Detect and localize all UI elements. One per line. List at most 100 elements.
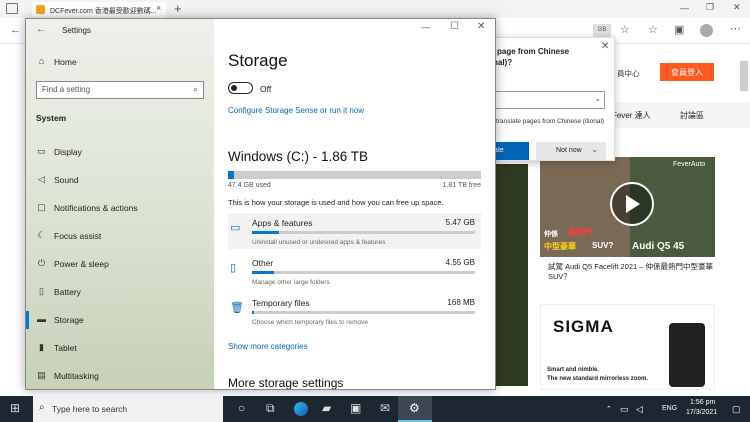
translate-language-select[interactable]: ⌄ bbox=[495, 91, 605, 109]
nav-power-sleep[interactable]: ⏻ Power & sleep bbox=[26, 251, 214, 277]
translate-always-text[interactable]: s translate pages from Chinese (itional) bbox=[491, 117, 611, 126]
video-caption[interactable]: 試駕 Audi Q5 Facelift 2021 – 仲係最熱門中型豪華 SUV… bbox=[548, 262, 716, 282]
category-bar bbox=[252, 311, 475, 314]
task-view-icon[interactable]: ⧉ bbox=[266, 402, 275, 414]
taskbar-search-placeholder: Type here to search bbox=[52, 404, 128, 414]
category-temporary-files[interactable]: 🗑 Temporary files 168 MB Choose which te… bbox=[228, 293, 481, 329]
nav-battery[interactable]: ▯ Battery bbox=[26, 279, 214, 305]
nav-link-fever[interactable]: Fever 達人 bbox=[612, 110, 651, 121]
video-thumbnail[interactable]: FeverAuto 仲係 最熱門 中型豪華 SUV? Audi Q5 45 bbox=[540, 157, 715, 257]
file-explorer-icon[interactable]: ▰ bbox=[322, 402, 331, 414]
volume-icon[interactable]: ◁ bbox=[636, 404, 643, 415]
scrollbar-thumb[interactable] bbox=[740, 61, 748, 91]
maximize-icon[interactable]: ☐ bbox=[450, 22, 459, 32]
minimize-icon[interactable]: — bbox=[421, 23, 430, 32]
video-car-label: Audi Q5 45 bbox=[632, 241, 685, 252]
mail-icon[interactable]: ✉ bbox=[380, 402, 390, 414]
video-overlay-suv: SUV? bbox=[592, 241, 614, 250]
favorites-icon[interactable]: ☆ bbox=[648, 25, 658, 36]
login-button[interactable]: 會員登入 bbox=[660, 63, 714, 81]
clock-date[interactable]: 17/3/2021 bbox=[686, 409, 717, 416]
nav-label: Tablet bbox=[54, 343, 77, 353]
find-setting-placeholder: Find a setting bbox=[42, 85, 91, 94]
edge-icon[interactable] bbox=[294, 402, 308, 416]
nav-label: Focus assist bbox=[54, 231, 102, 241]
close-icon[interactable]: ✕ bbox=[477, 22, 485, 32]
category-bar-fill bbox=[252, 311, 254, 314]
nav-display[interactable]: ▭ Display bbox=[26, 139, 214, 165]
member-center-link[interactable]: 員中心 bbox=[617, 68, 640, 79]
network-icon[interactable]: ▭ bbox=[620, 404, 629, 415]
nav-home[interactable]: ⌂ Home bbox=[26, 49, 214, 75]
cortana-icon[interactable]: ○ bbox=[238, 402, 245, 414]
nav-notifications[interactable]: ▢ Notifications & actions bbox=[26, 195, 214, 221]
nav-label: Notifications & actions bbox=[54, 203, 138, 213]
translate-title-1: page from Chinese bbox=[497, 47, 570, 56]
close-browser-icon[interactable]: ✕ bbox=[733, 3, 741, 12]
storage-icon: ▬ bbox=[37, 314, 46, 324]
find-setting-input[interactable]: Find a setting ⌕ bbox=[36, 81, 204, 99]
nav-storage[interactable]: ▬ Storage bbox=[26, 307, 214, 333]
configure-storage-sense-link[interactable]: Configure Storage Sense or run it now bbox=[228, 106, 364, 115]
category-size: 4.55 GB bbox=[445, 258, 475, 267]
category-bar-fill bbox=[252, 231, 279, 234]
drive-title: Windows (C:) - 1.86 TB bbox=[228, 149, 369, 164]
language-indicator[interactable]: ENG bbox=[662, 405, 677, 412]
reader-badge[interactable]: GB bbox=[593, 24, 611, 37]
site-favicon-icon bbox=[36, 5, 45, 14]
ad-tagline-2: The new standard mirrorless zoom. bbox=[547, 376, 649, 382]
profile-avatar[interactable] bbox=[700, 24, 713, 37]
action-center-icon[interactable]: ▢ bbox=[732, 404, 741, 415]
back-icon[interactable]: ← bbox=[36, 25, 46, 35]
tab-actions-icon[interactable] bbox=[6, 3, 18, 14]
free-label: 1.81 TB free bbox=[442, 182, 481, 189]
maximize-browser-icon[interactable]: ❐ bbox=[706, 3, 714, 12]
power-icon: ⏻ bbox=[37, 258, 46, 268]
tray-chevron-icon[interactable]: ⌃ bbox=[606, 405, 612, 413]
not-now-button[interactable]: Not now ⌄ bbox=[536, 142, 606, 160]
tab-bar: DCFever.com 香港最受歡迎數碼... × + — ❐ ✕ bbox=[0, 0, 750, 18]
translate-close-icon[interactable]: ✕ bbox=[601, 42, 609, 52]
nav-label: Sound bbox=[54, 175, 79, 185]
collections-icon[interactable]: ▣ bbox=[674, 25, 684, 36]
tab-title: DCFever.com 香港最受歡迎數碼... bbox=[50, 8, 157, 15]
video-overlay-bot: 中型豪華 bbox=[544, 242, 576, 251]
category-bar-fill bbox=[252, 271, 274, 274]
browser-tab[interactable]: DCFever.com 香港最受歡迎數碼... bbox=[32, 2, 166, 18]
section-title: System bbox=[36, 113, 67, 123]
sound-icon: ◁ bbox=[38, 174, 45, 184]
display-icon: ▭ bbox=[37, 146, 46, 156]
nav-multitasking[interactable]: ▤ Multitasking bbox=[26, 363, 214, 389]
storage-intro: This is how your storage is used and how… bbox=[228, 198, 444, 207]
chevron-down-icon[interactable]: ⌄ bbox=[591, 146, 598, 154]
used-label: 47.4 GB used bbox=[228, 182, 271, 189]
category-other[interactable]: ▯ Other 4.55 GB Manage other large folde… bbox=[228, 253, 481, 289]
category-bar bbox=[252, 271, 475, 274]
start-windows-icon[interactable]: ⊞ bbox=[10, 402, 20, 414]
favorite-add-icon[interactable]: ☆ bbox=[620, 25, 630, 36]
nav-label: Battery bbox=[54, 287, 81, 297]
nav-sound[interactable]: ◁ Sound bbox=[26, 167, 214, 193]
toggle-state: Off bbox=[260, 84, 272, 94]
tab-close-icon[interactable]: × bbox=[156, 4, 161, 13]
store-icon[interactable]: ▣ bbox=[350, 402, 361, 414]
minimize-browser-icon[interactable]: — bbox=[680, 4, 689, 13]
taskbar-search-box[interactable]: ⌕ Type here to search bbox=[33, 396, 223, 422]
category-apps-features[interactable]: ▭ Apps & features 5.47 GB Uninstall unus… bbox=[228, 213, 481, 249]
nav-tablet[interactable]: ▮ Tablet bbox=[26, 335, 214, 361]
chevron-down-icon: ⌄ bbox=[594, 94, 601, 103]
back-icon[interactable]: ← bbox=[10, 25, 21, 36]
show-more-categories-link[interactable]: Show more categories bbox=[228, 342, 308, 351]
clock-time[interactable]: 1:56 pm bbox=[690, 399, 715, 406]
more-icon[interactable]: ⋯ bbox=[730, 24, 741, 35]
storage-sense-toggle[interactable] bbox=[228, 82, 253, 94]
nav-link-forum[interactable]: 討論區 bbox=[680, 110, 704, 121]
settings-taskbar-button[interactable]: ⚙ bbox=[398, 396, 432, 422]
nav-label: Power & sleep bbox=[54, 259, 109, 269]
battery-icon: ▯ bbox=[39, 286, 44, 296]
sigma-ad[interactable]: SIGMA Smart and nimble. The new standard… bbox=[540, 304, 715, 390]
nav-label: Storage bbox=[54, 315, 84, 325]
nav-focus-assist[interactable]: ☾ Focus assist bbox=[26, 223, 214, 249]
new-tab-icon[interactable]: + bbox=[174, 2, 182, 15]
settings-gear-icon: ⚙ bbox=[409, 401, 420, 415]
